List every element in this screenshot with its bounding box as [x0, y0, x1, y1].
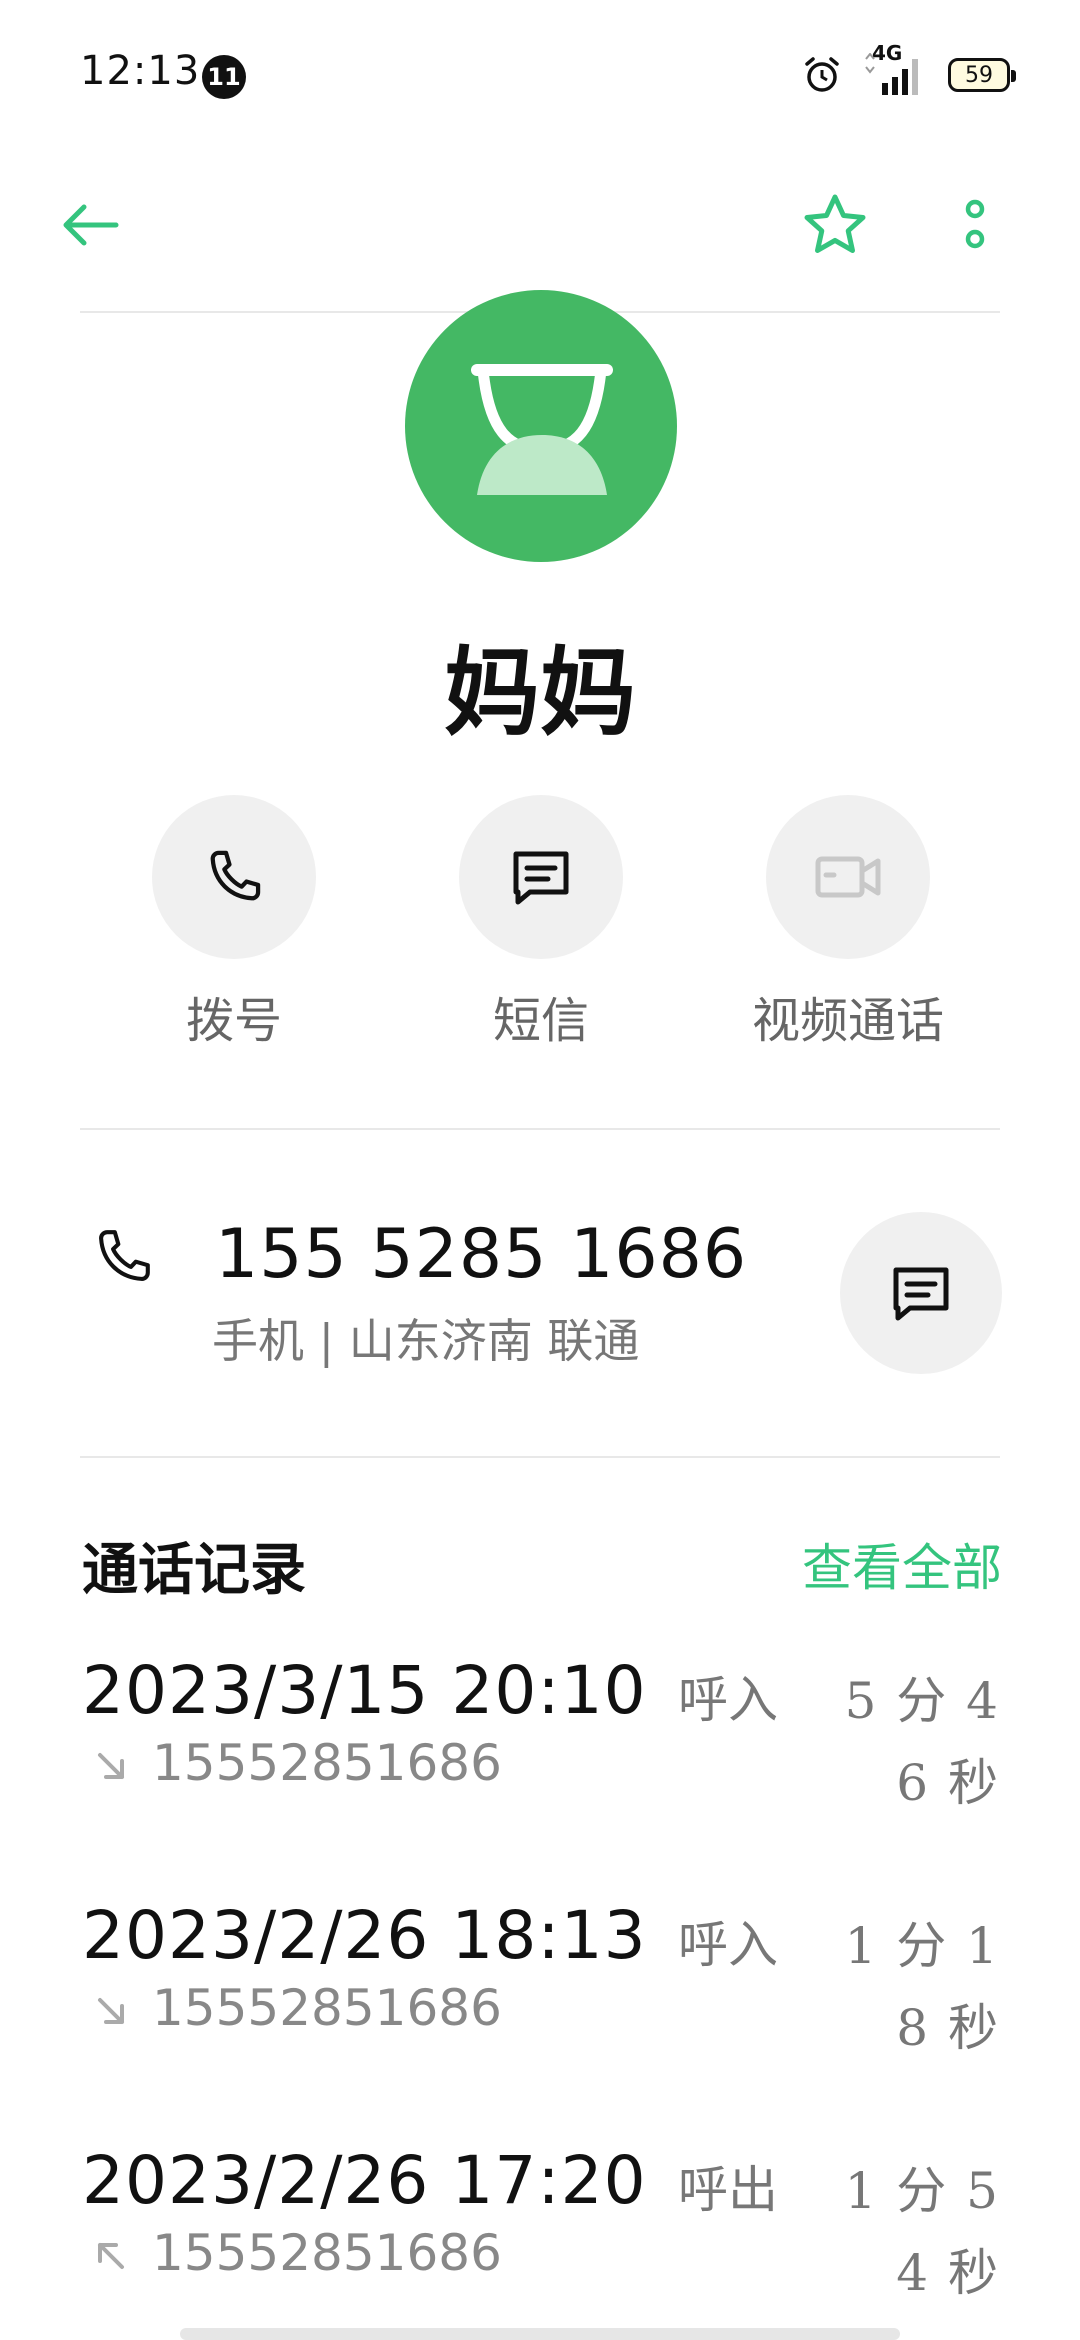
incoming-call-arrow-icon	[98, 1753, 124, 1779]
call-record-duration: 1 分 18 秒	[844, 1917, 1000, 2057]
more-options-button[interactable]	[945, 185, 1005, 265]
video-call-action[interactable]: 视频通话	[728, 795, 968, 1051]
video-call-button[interactable]	[766, 795, 930, 959]
call-record-number: 15552851686	[152, 1734, 502, 1792]
view-all-link[interactable]: 查看全部	[802, 1528, 1002, 1600]
call-button[interactable]	[152, 795, 316, 959]
call-record-type: 呼入	[678, 1671, 778, 1729]
phone-meta: 手机 | 山东济南 联通	[212, 1314, 640, 1368]
video-call-label: 视频通话	[751, 993, 944, 1049]
battery-indicator: 59	[948, 58, 1016, 92]
notification-badge: 11	[202, 55, 246, 99]
contact-avatar	[405, 290, 677, 562]
signal-icon	[865, 53, 918, 95]
call-record-datetime: 2023/3/15 20:10	[82, 1652, 647, 1729]
call-record-number: 15552851686	[152, 2224, 502, 2282]
signal-indicator: 4G	[860, 41, 930, 97]
favorite-button[interactable]	[790, 185, 880, 265]
arrow-left-icon	[63, 204, 119, 246]
status-icons: 4G 59	[802, 41, 1016, 100]
outgoing-call-arrow-icon	[98, 2243, 124, 2269]
call-record[interactable]: 2023/2/26 18:13 15552851686 呼入 1 分 18 秒	[0, 1897, 1080, 2137]
call-record-datetime: 2023/2/26 18:13	[82, 1897, 647, 1974]
phone-icon	[99, 1230, 150, 1281]
call-history-title: 通话记录	[82, 1537, 306, 1603]
call-record-number: 15552851686	[152, 1979, 502, 2037]
call-action[interactable]: 拨号	[114, 795, 354, 1051]
more-vertical-icon	[965, 199, 985, 249]
back-button[interactable]	[60, 190, 150, 260]
status-time: 12:13	[80, 48, 201, 94]
call-record-datetime: 2023/2/26 17:20	[82, 2142, 647, 2219]
call-record-duration: 1 分 54 秒	[844, 2162, 1000, 2302]
message-icon	[893, 1267, 949, 1321]
actions-divider	[80, 1128, 1000, 1130]
call-record-type: 呼入	[678, 1916, 778, 1974]
call-record-type: 呼出	[678, 2161, 778, 2219]
contact-name: 妈妈	[444, 636, 636, 749]
phone-divider	[80, 1456, 1000, 1458]
phone-icon	[210, 850, 261, 901]
call-record-duration: 5 分 46 秒	[844, 1672, 1000, 1812]
avatar-icon	[471, 364, 613, 495]
video-camera-icon	[815, 856, 881, 898]
message-icon	[513, 851, 569, 905]
call-record[interactable]: 2023/2/26 17:20 15552851686 呼出 1 分 54 秒	[0, 2142, 1080, 2340]
phone-number[interactable]: 155 5285 1686	[215, 1215, 747, 1294]
incoming-call-arrow-icon	[98, 1998, 124, 2024]
call-label: 拨号	[185, 993, 282, 1049]
phone-sms-button[interactable]	[840, 1212, 1002, 1374]
star-outline-icon	[804, 194, 866, 253]
home-indicator	[180, 2328, 900, 2340]
sms-button[interactable]	[459, 795, 623, 959]
sms-label: 短信	[492, 993, 589, 1049]
call-record[interactable]: 2023/3/15 20:10 15552851686 呼入 5 分 46 秒	[0, 1652, 1080, 1892]
alarm-icon	[805, 57, 839, 92]
sms-action[interactable]: 短信	[421, 795, 661, 1051]
